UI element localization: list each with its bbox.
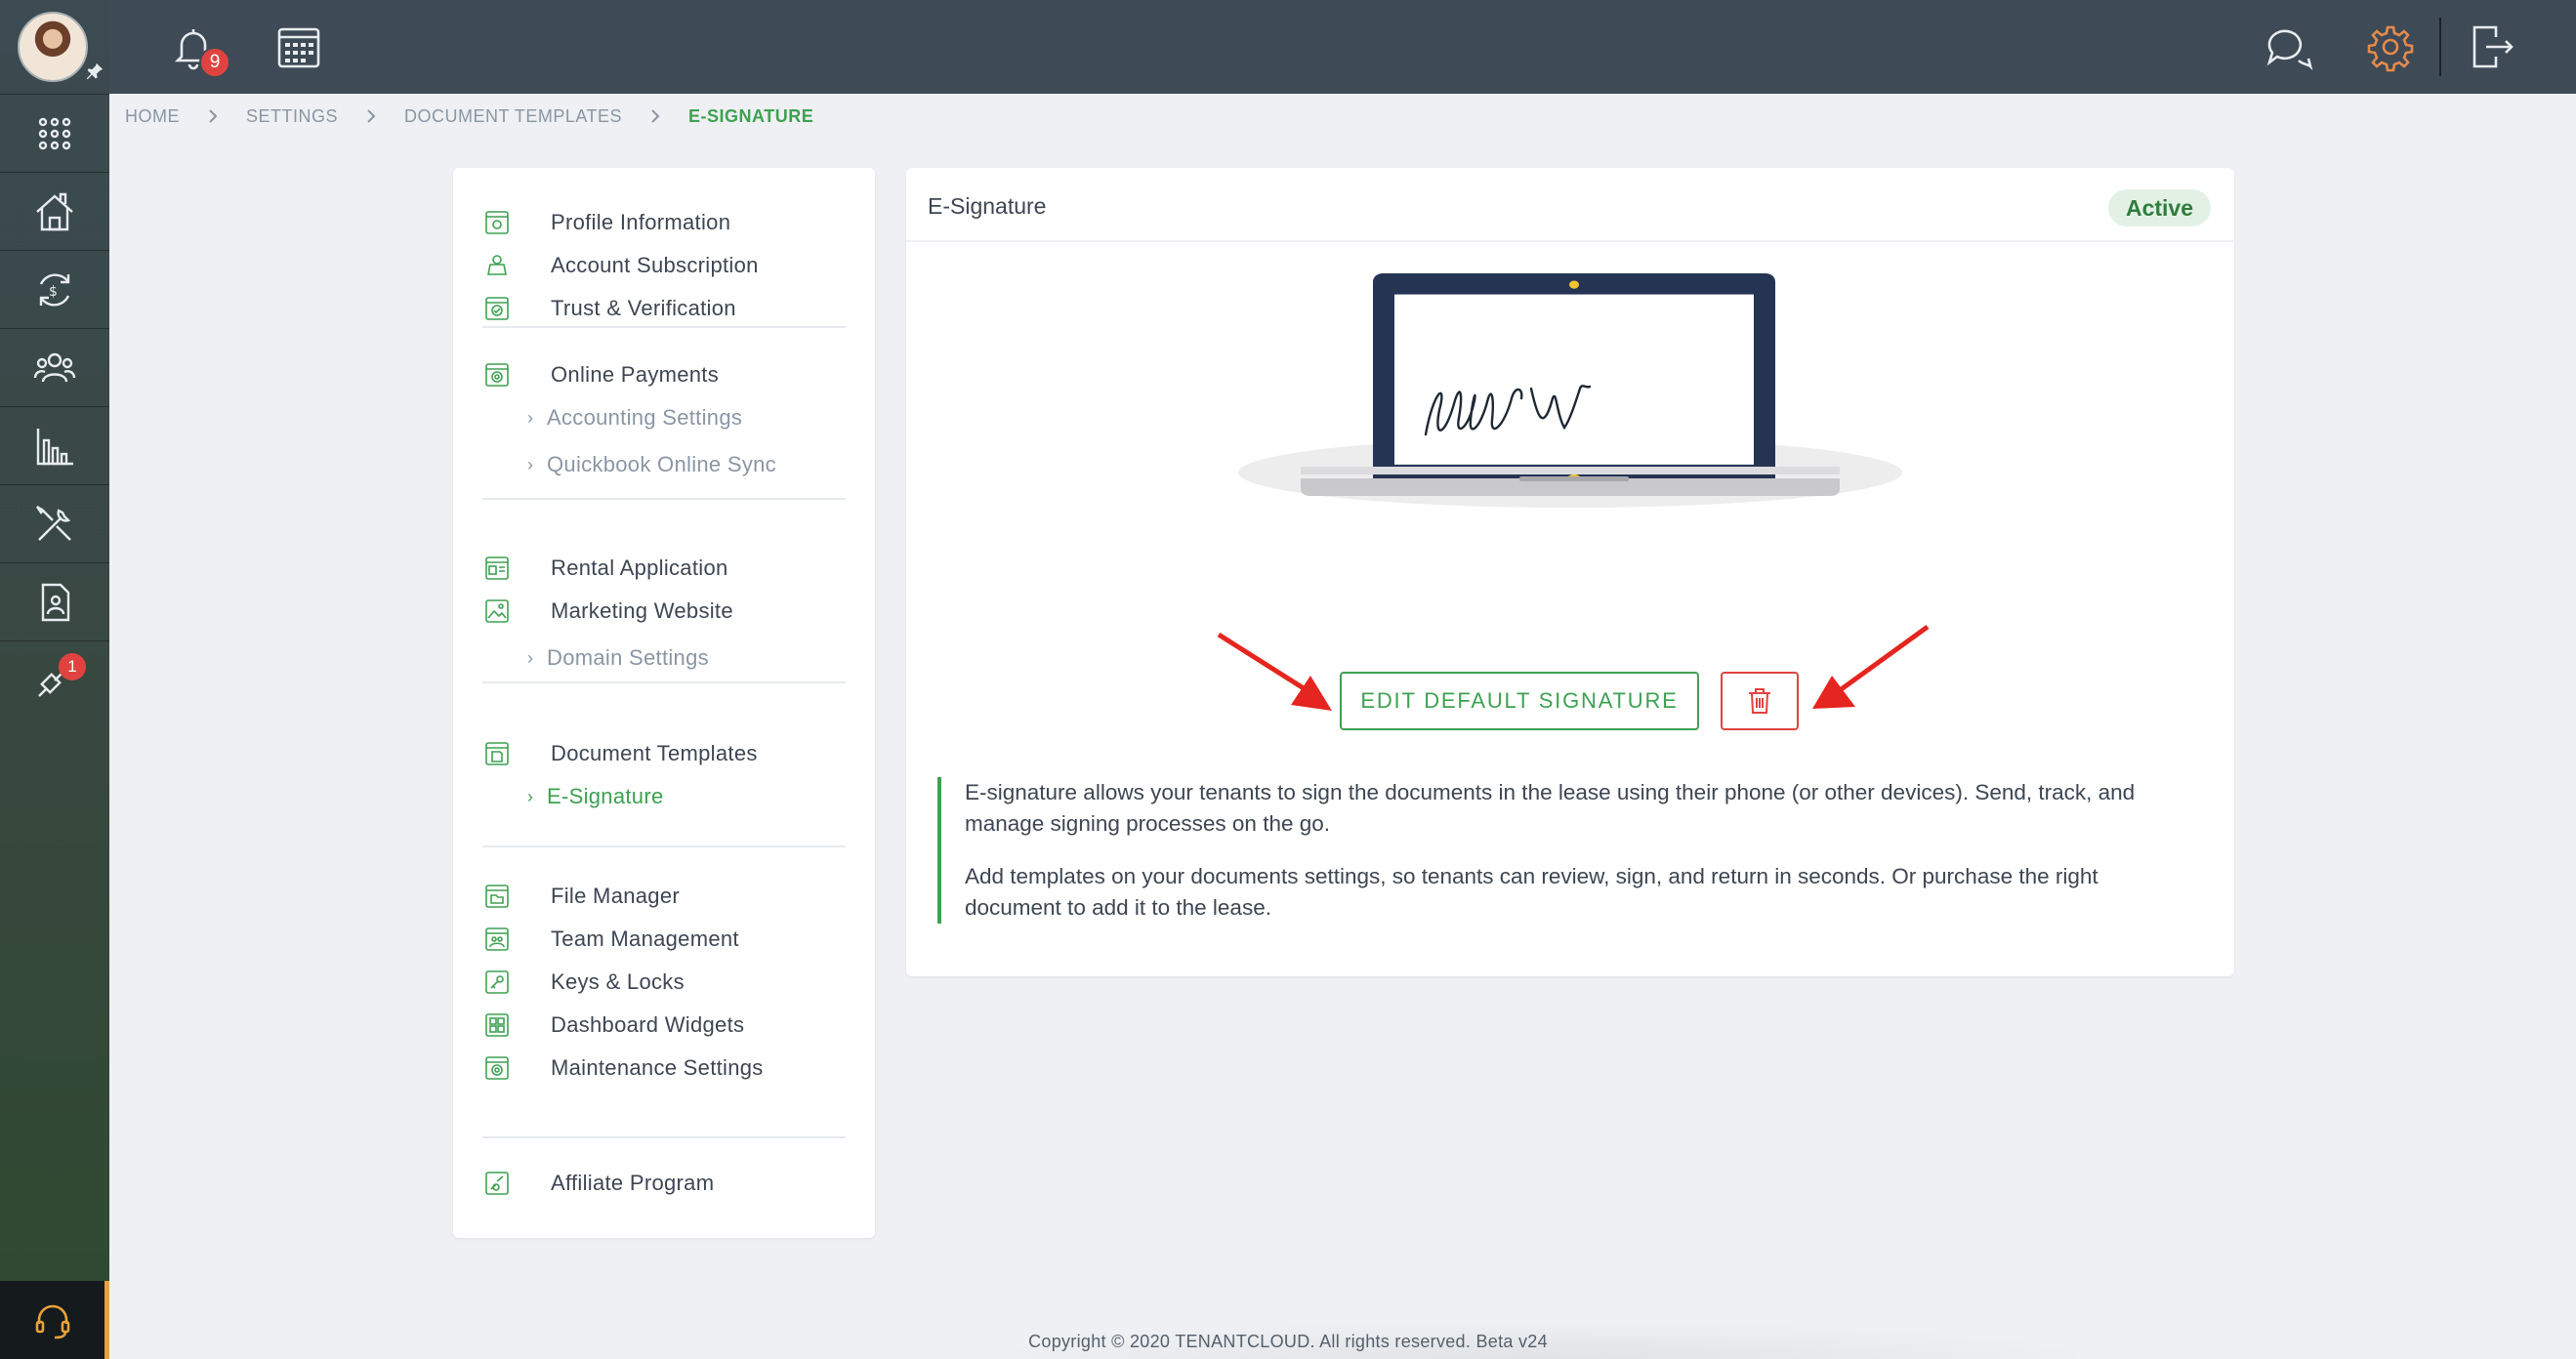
menu-group-account: Profile Information Account Subscription… <box>482 201 846 328</box>
menu-sub-domain-settings[interactable]: › Domain Settings <box>482 633 846 683</box>
apps-menu-item[interactable] <box>0 94 109 172</box>
logout-icon[interactable] <box>2467 21 2517 72</box>
maintenance-icon <box>485 1056 509 1080</box>
breadcrumb-settings[interactable]: SETTINGS <box>246 106 338 127</box>
documents-menu-item[interactable] <box>0 562 109 640</box>
top-bar: 9 <box>109 0 2576 94</box>
contact-document-icon <box>41 583 70 621</box>
menu-item-affiliate-program[interactable]: Affiliate Program <box>482 1162 846 1205</box>
chevron-right-icon: › <box>527 407 534 428</box>
chevron-right-icon <box>367 109 376 123</box>
menu-item-rental-application[interactable]: Rental Application <box>482 547 846 590</box>
svg-text:$: $ <box>49 284 58 300</box>
breadcrumb: HOME SETTINGS DOCUMENT TEMPLATES E-SIGNA… <box>125 103 813 129</box>
bar-chart-icon <box>36 428 73 465</box>
description-block: E-signature allows your tenants to sign … <box>937 777 2197 924</box>
people-icon <box>33 352 76 382</box>
menu-sub-e-signature[interactable]: › E-Signature <box>482 775 846 818</box>
verification-icon <box>485 297 509 320</box>
left-rail: $ 1 <box>0 0 109 1359</box>
menu-item-team-management[interactable]: Team Management <box>482 918 846 961</box>
chat-icon[interactable] <box>2264 21 2314 72</box>
panel-header: E-Signature Active <box>906 168 2234 242</box>
menu-group-marketing: Rental Application Marketing Website › D… <box>482 547 846 683</box>
notifications-badge: 9 <box>199 47 230 78</box>
tools-icon <box>36 505 71 541</box>
menu-group-payments: Online Payments › Accounting Settings › … <box>482 353 846 500</box>
arrow-pointer-left <box>1217 633 1332 711</box>
menu-sub-quickbook-online-sync[interactable]: › Quickbook Online Sync <box>482 439 846 490</box>
chevron-right-icon <box>209 109 218 123</box>
house-icon <box>36 192 73 230</box>
e-signature-panel: E-Signature Active EDIT DEFAULT SIGNATUR… <box>906 168 2234 976</box>
chevron-right-icon: › <box>527 454 534 474</box>
document-icon <box>485 742 509 765</box>
payments-menu-item[interactable]: $ <box>0 250 109 328</box>
chevron-right-icon <box>651 109 660 123</box>
maintenance-menu-item[interactable] <box>0 484 109 562</box>
subscription-icon <box>487 255 507 275</box>
widgets-icon <box>485 1013 509 1037</box>
menu-sub-accounting-settings[interactable]: › Accounting Settings <box>482 396 846 439</box>
breadcrumb-document-templates[interactable]: DOCUMENT TEMPLATES <box>404 106 622 127</box>
properties-menu-item[interactable] <box>0 172 109 250</box>
description-paragraph: Add templates on your documents settings… <box>965 864 2098 920</box>
key-icon <box>485 970 509 994</box>
menu-item-trust-verification[interactable]: Trust & Verification <box>482 287 846 330</box>
website-icon <box>485 599 509 623</box>
edit-default-signature-button[interactable]: EDIT DEFAULT SIGNATURE <box>1340 672 1699 730</box>
application-icon <box>485 556 509 580</box>
breadcrumb-home[interactable]: HOME <box>125 106 180 127</box>
menu-group-documents: Document Templates › E-Signature <box>482 732 846 847</box>
apps-grid-icon <box>38 117 71 149</box>
menu-item-document-templates[interactable]: Document Templates <box>482 732 846 775</box>
calendar-icon[interactable] <box>273 21 324 72</box>
delete-signature-button[interactable] <box>1721 672 1799 730</box>
menu-item-maintenance-settings[interactable]: Maintenance Settings <box>482 1047 846 1090</box>
menu-item-marketing-website[interactable]: Marketing Website <box>482 590 846 633</box>
menu-item-keys-locks[interactable]: Keys & Locks <box>482 961 846 1004</box>
menu-group-affiliate: Affiliate Program <box>482 1162 846 1211</box>
user-avatar[interactable] <box>18 12 88 82</box>
menu-group-tools: File Manager Team Management Keys & Lock… <box>482 875 846 1138</box>
chevron-right-icon: › <box>527 647 534 668</box>
people-menu-item[interactable] <box>0 328 109 406</box>
pin-icon[interactable] <box>84 61 105 82</box>
menu-item-file-manager[interactable]: File Manager <box>482 875 846 918</box>
settings-menu: Profile Information Account Subscription… <box>453 168 875 1238</box>
description-paragraph: E-signature allows your tenants to sign … <box>965 780 2136 836</box>
breadcrumb-current: E-SIGNATURE <box>688 105 814 126</box>
affiliate-icon <box>485 1172 509 1195</box>
profile-icon <box>485 211 509 234</box>
settings-gear-icon[interactable] <box>2365 21 2416 72</box>
tools-badge: 1 <box>59 653 86 680</box>
topbar-divider <box>2439 18 2441 76</box>
chevron-right-icon: › <box>527 786 534 806</box>
money-cycle-icon: $ <box>39 272 70 307</box>
status-badge: Active <box>2107 189 2211 226</box>
signature-laptop-illustration <box>1238 273 1902 508</box>
menu-item-online-payments[interactable]: Online Payments <box>482 353 846 396</box>
footer-copyright: Copyright © 2020 TENANTCLOUD. All rights… <box>1028 1332 1548 1351</box>
tools-menu-item[interactable]: 1 <box>0 640 109 719</box>
file-icon <box>485 885 509 908</box>
arrow-pointer-right <box>1812 625 1930 709</box>
menu-item-dashboard-widgets[interactable]: Dashboard Widgets <box>482 1004 846 1047</box>
reports-menu-item[interactable] <box>0 406 109 484</box>
menu-item-profile-information[interactable]: Profile Information <box>482 201 846 244</box>
menu-item-account-subscription[interactable]: Account Subscription <box>482 244 846 287</box>
trash-icon <box>1749 688 1770 714</box>
team-icon <box>485 927 509 951</box>
payments-icon <box>485 363 509 387</box>
panel-title: E-Signature <box>928 193 1047 219</box>
